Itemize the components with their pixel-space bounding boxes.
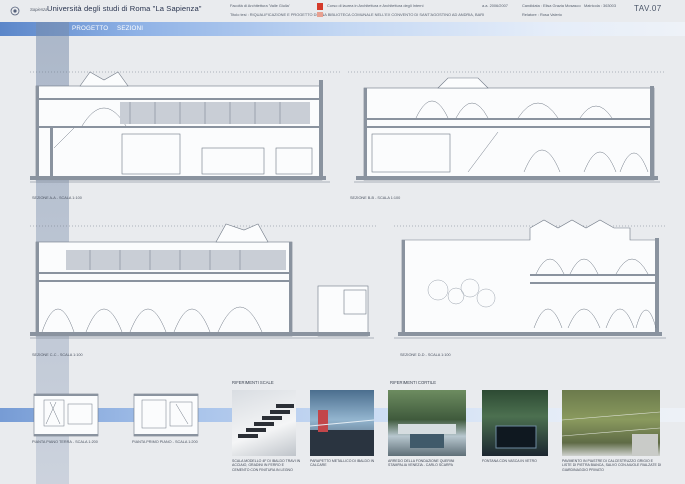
plan-first-drawing xyxy=(133,393,199,437)
photo-querini-stampalia xyxy=(388,390,466,456)
nav-progetto[interactable]: PROGETTO xyxy=(72,25,108,32)
pdf-icon[interactable] xyxy=(317,3,323,10)
matricola: Matricola : 363003 xyxy=(584,3,617,8)
caption-plan-first: PIANTA PRIMO PIANO - SCALA 1:200 xyxy=(132,440,198,444)
label-riferimenti-cortile: RIFERIMENTI CORTILE xyxy=(390,380,436,385)
caption-section-b: SEZIONE B-B - SCALA 1:100 xyxy=(350,196,401,200)
photo-parapet xyxy=(310,390,374,456)
academic-year: a.a. 2006/2007 xyxy=(482,3,508,8)
photo-paving xyxy=(562,390,660,456)
caption-section-a: SEZIONE A-A - SCALA 1:100 xyxy=(32,196,82,200)
section-c-drawing xyxy=(30,223,376,339)
thesis-title: Titolo tesi : RIQUALIFICAZIONE E PROGETT… xyxy=(230,12,485,17)
faculty: Facoltà di Architettura 'Valle Giulia' xyxy=(230,3,290,8)
caption-photo-stair: SCALA MODELLO 4F DI IBALDO TRAVI IN ACCI… xyxy=(232,459,301,472)
caption-plan-ground: PIANTA PIANO TERRA - SCALA 1:200 xyxy=(32,440,98,444)
logo-text: Sapienza xyxy=(30,7,48,12)
section-b-drawing xyxy=(348,71,666,183)
caption-section-d: SEZIONE D-D - SCALA 1:100 xyxy=(400,353,451,357)
caption-photo-parapet: PARAPETTO METALLICO DI IBALDO IN CALCARE xyxy=(310,459,375,468)
university-name: Università degli studi di Roma "La Sapie… xyxy=(47,4,202,13)
section-a-drawing xyxy=(30,71,340,183)
nav-sezioni[interactable]: SEZIONI xyxy=(117,25,143,32)
plan-ground-drawing xyxy=(33,393,99,437)
sheet-number: TAV.07 xyxy=(634,4,662,13)
candidate: Candidata : Elisa Grazia Mosasco xyxy=(522,3,581,8)
caption-photo-querini: ARREDO DELLA FONDAZIONE QUERINI STAMPALI… xyxy=(388,459,455,468)
course: Corso di laurea in Architettura e Archit… xyxy=(327,3,424,8)
university-seal-icon xyxy=(10,6,20,16)
section-d-drawing xyxy=(394,219,666,339)
pdf-icon-secondary xyxy=(317,12,323,17)
caption-section-c: SEZIONE C-C - SCALA 1:100 xyxy=(32,353,83,357)
caption-photo-paving: PAVIMENTO IN PIASTRE DI CALCESTRUZZO GRI… xyxy=(562,459,662,472)
header: Sapienza Università degli studi di Roma … xyxy=(0,0,685,24)
label-riferimenti-scale: RIFERIMENTI SCALE xyxy=(232,380,274,385)
caption-photo-fountain: FONTANA CON VASCA IN VETRO xyxy=(482,459,537,463)
photo-stair xyxy=(232,390,296,456)
photo-fountain xyxy=(482,390,548,456)
relatore: Relatore : Rosa Valerio xyxy=(522,12,562,17)
